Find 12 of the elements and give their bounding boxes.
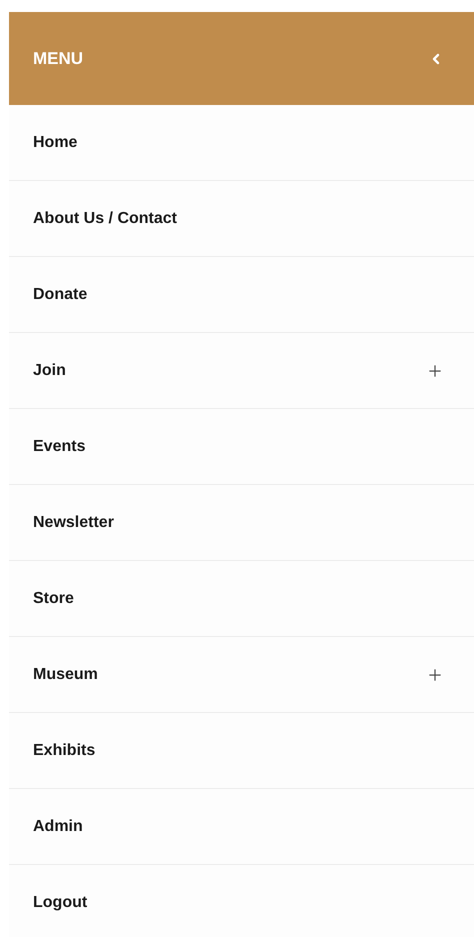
menu-item[interactable]: Newsletter (33, 510, 114, 534)
menu-item[interactable]: Admin (33, 814, 83, 838)
menu-item[interactable]: Join (33, 358, 66, 382)
menu-item[interactable]: Logout (33, 890, 88, 914)
menu-item[interactable]: Exhibits (33, 738, 96, 762)
menu-item[interactable]: About Us / Contact (33, 206, 177, 230)
menu-title: MENU (33, 48, 84, 70)
menu-item[interactable]: Museum (33, 662, 98, 686)
menu-item[interactable]: Events (33, 434, 86, 458)
menu-item[interactable]: Home (33, 130, 78, 154)
menu-item[interactable]: Donate (33, 282, 88, 306)
menu-item[interactable]: Store (33, 586, 74, 610)
